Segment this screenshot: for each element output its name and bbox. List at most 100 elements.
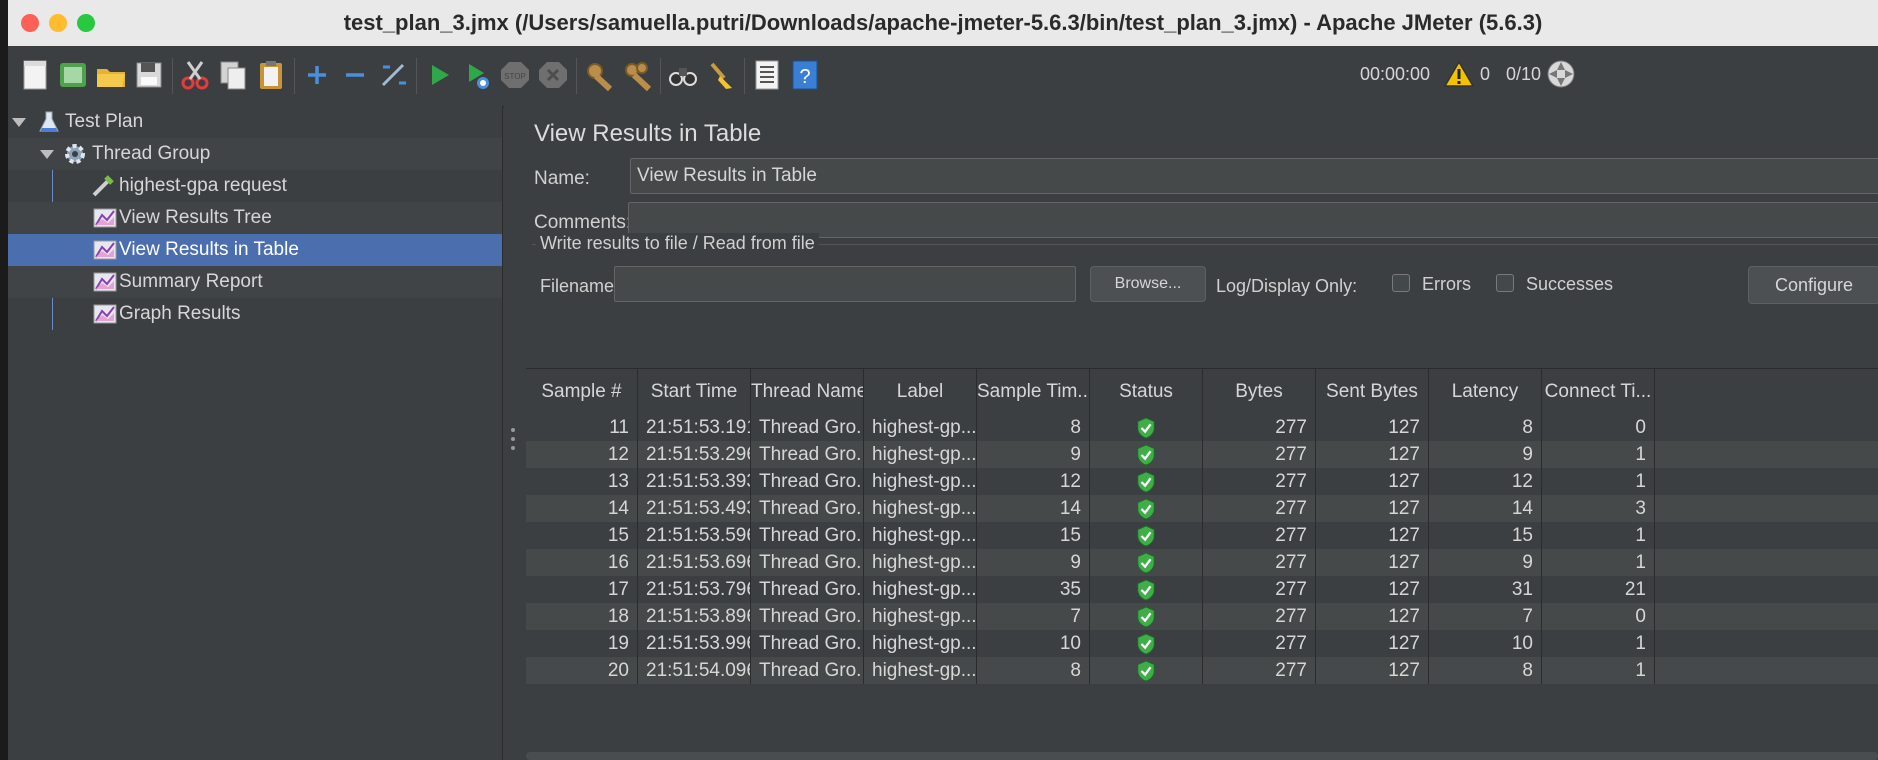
clear-all-button[interactable] [618,56,656,94]
cell-label: highest-gp... [864,441,977,468]
clear-button[interactable] [580,56,618,94]
tree-item-view-results-tree[interactable]: View Results Tree [8,202,502,234]
expanded-triangle-icon[interactable] [12,118,26,127]
cut-button[interactable] [176,56,214,94]
cell-thread-name: Thread Gro... [751,441,864,468]
toggle-icon [381,63,406,87]
column-header-latency[interactable]: Latency [1429,369,1542,415]
paste-button[interactable] [252,56,290,94]
copy-icon [220,61,246,90]
table-row[interactable]: 19 21:51:53.996 Thread Gro... highest-gp...… [526,630,1878,657]
column-header-start-time[interactable]: Start Time [638,369,751,415]
browse-button[interactable]: Browse... [1090,266,1206,302]
copy-button[interactable] [214,56,252,94]
table-row[interactable]: 17 21:51:53.796 Thread Gro... highest-gp...… [526,576,1878,603]
cell-status [1090,414,1203,441]
flask-icon [39,111,59,132]
expanded-triangle-icon[interactable] [40,150,54,159]
cell-status [1090,657,1203,684]
table-row[interactable]: 15 21:51:53.596 Thread Gro... highest-gp...… [526,522,1878,549]
table-row[interactable]: 16 21:51:53.696 Thread Gro... highest-gp...… [526,549,1878,576]
cell-latency: 7 [1429,603,1542,630]
cell-latency: 12 [1429,468,1542,495]
table-row[interactable]: 14 21:51:53.493 Thread Gro... highest-gp...… [526,495,1878,522]
tree-item-summary-report[interactable]: Summary Report [8,266,502,298]
column-header-label[interactable]: Label [864,369,977,415]
cell-bytes: 277 [1203,630,1316,657]
tree-item-view-results-table[interactable]: View Results in Table [8,234,502,266]
table-header: Sample # Start Time Thread Name Label Sa… [526,368,1878,416]
broom-icon [710,62,732,89]
function-helper-button[interactable] [748,56,786,94]
stop-button[interactable]: STOP [496,56,534,94]
cell-sample: 18 [526,603,638,630]
active-threads: 0/10 [1506,64,1542,84]
cell-connect-time: 1 [1542,522,1655,549]
collapse-all-button[interactable] [336,56,374,94]
cell-sample: 15 [526,522,638,549]
cell-start-time: 21:51:53.996 [638,630,751,657]
table-row[interactable]: 12 21:51:53.296 Thread Gro... highest-gp...… [526,441,1878,468]
column-header-status[interactable]: Status [1090,369,1203,415]
open-button[interactable] [92,56,130,94]
reset-search-button[interactable] [702,56,740,94]
cell-connect-time: 21 [1542,576,1655,603]
cell-latency: 8 [1429,657,1542,684]
successes-checkbox[interactable] [1496,274,1514,292]
tree-item-http-request[interactable]: highest-gpa request [8,170,502,202]
help-icon: ? [792,60,818,90]
drag-handle-icon[interactable] [510,426,516,452]
results-table: Sample # Start Time Thread Name Label Sa… [526,368,1878,760]
success-shield-icon [1137,525,1155,547]
configure-button[interactable]: Configure [1748,266,1878,304]
search-button[interactable] [664,56,702,94]
table-row[interactable]: 18 21:51:53.896 Thread Gro... highest-gp...… [526,603,1878,630]
help-button[interactable]: ? [786,56,824,94]
cell-sent-bytes: 127 [1316,441,1429,468]
cell-start-time: 21:51:53.393 [638,468,751,495]
column-header-bytes[interactable]: Bytes [1203,369,1316,415]
cell-bytes: 277 [1203,495,1316,522]
filename-label: Filename [540,276,615,296]
errors-checkbox[interactable] [1392,274,1410,292]
warning-icon[interactable] [1444,60,1474,88]
cell-sample: 13 [526,468,638,495]
toggle-button[interactable] [374,56,412,94]
cell-sample: 20 [526,657,638,684]
horizontal-scrollbar[interactable] [526,752,1878,760]
start-button[interactable] [420,56,458,94]
folder-open-icon [97,69,125,87]
cell-thread-name: Thread Gro... [751,603,864,630]
cell-connect-time: 0 [1542,414,1655,441]
cell-label: highest-gp... [864,522,977,549]
new-test-plan-button[interactable] [16,56,54,94]
table-row[interactable]: 20 21:51:54.096 Thread Gro... highest-gp...… [526,657,1878,684]
cell-thread-name: Thread Gro... [751,522,864,549]
toolbar-separator [172,58,173,94]
success-shield-icon [1137,444,1155,466]
name-field[interactable]: View Results in Table [630,158,1878,194]
column-header-thread-name[interactable]: Thread Name [751,369,864,415]
tree-item-label: Graph Results [119,303,241,324]
table-row[interactable]: 11 21:51:53.191 Thread Gro... highest-gp...… [526,414,1878,441]
tree-item-thread-group[interactable]: Thread Group [8,138,502,170]
cell-status [1090,468,1203,495]
filename-input[interactable] [614,266,1076,302]
column-header-connect-time[interactable]: Connect Ti... [1542,369,1655,415]
column-header-sample-time[interactable]: Sample Tim... [977,369,1090,415]
tree-item-graph-results[interactable]: Graph Results [8,298,502,330]
column-header-sample[interactable]: Sample # [526,369,638,415]
templates-button[interactable] [54,56,92,94]
split-pane-divider[interactable] [504,106,522,760]
cell-sample-time: 9 [977,549,1090,576]
start-no-pauses-button[interactable] [458,56,496,94]
column-header-sent-bytes[interactable]: Sent Bytes [1316,369,1429,415]
cell-sample: 17 [526,576,638,603]
shutdown-button[interactable] [534,56,572,94]
tree-item-test-plan[interactable]: Test Plan [8,106,502,138]
expand-all-button[interactable] [298,56,336,94]
plus-icon [308,66,326,84]
save-button[interactable] [130,56,168,94]
test-plan-tree: Test Plan Thread Group highest-gpa reque… [8,106,503,760]
table-row[interactable]: 13 21:51:53.393 Thread Gro... highest-gp...… [526,468,1878,495]
